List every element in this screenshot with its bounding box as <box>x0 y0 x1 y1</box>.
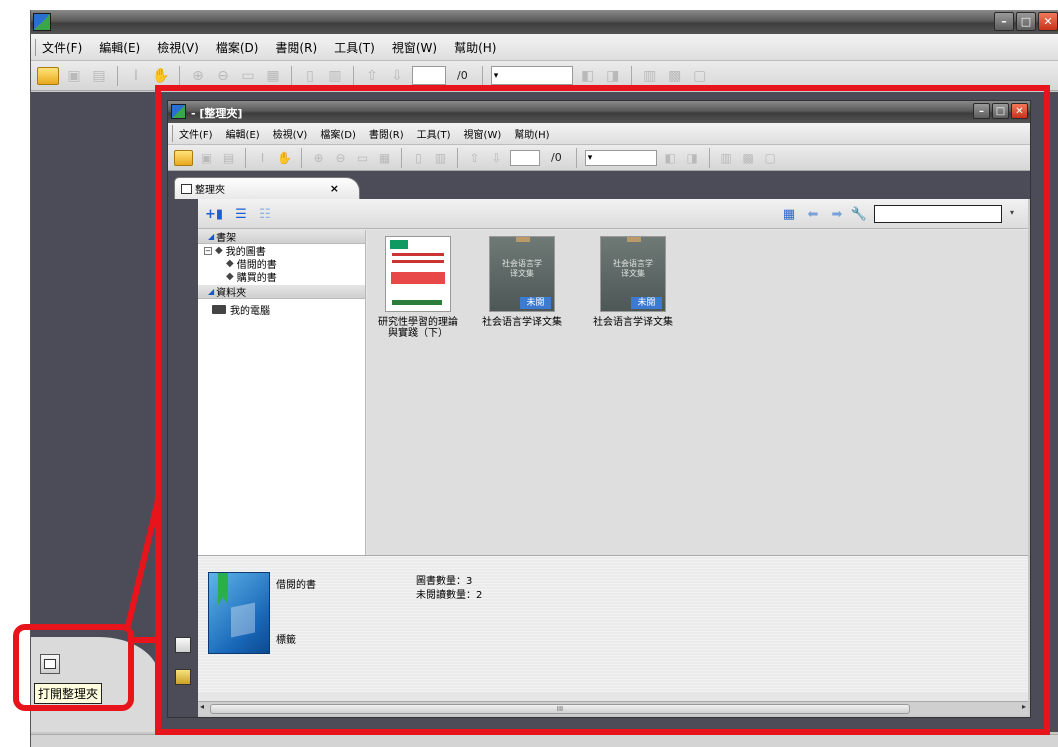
highlight-connector <box>125 499 161 643</box>
